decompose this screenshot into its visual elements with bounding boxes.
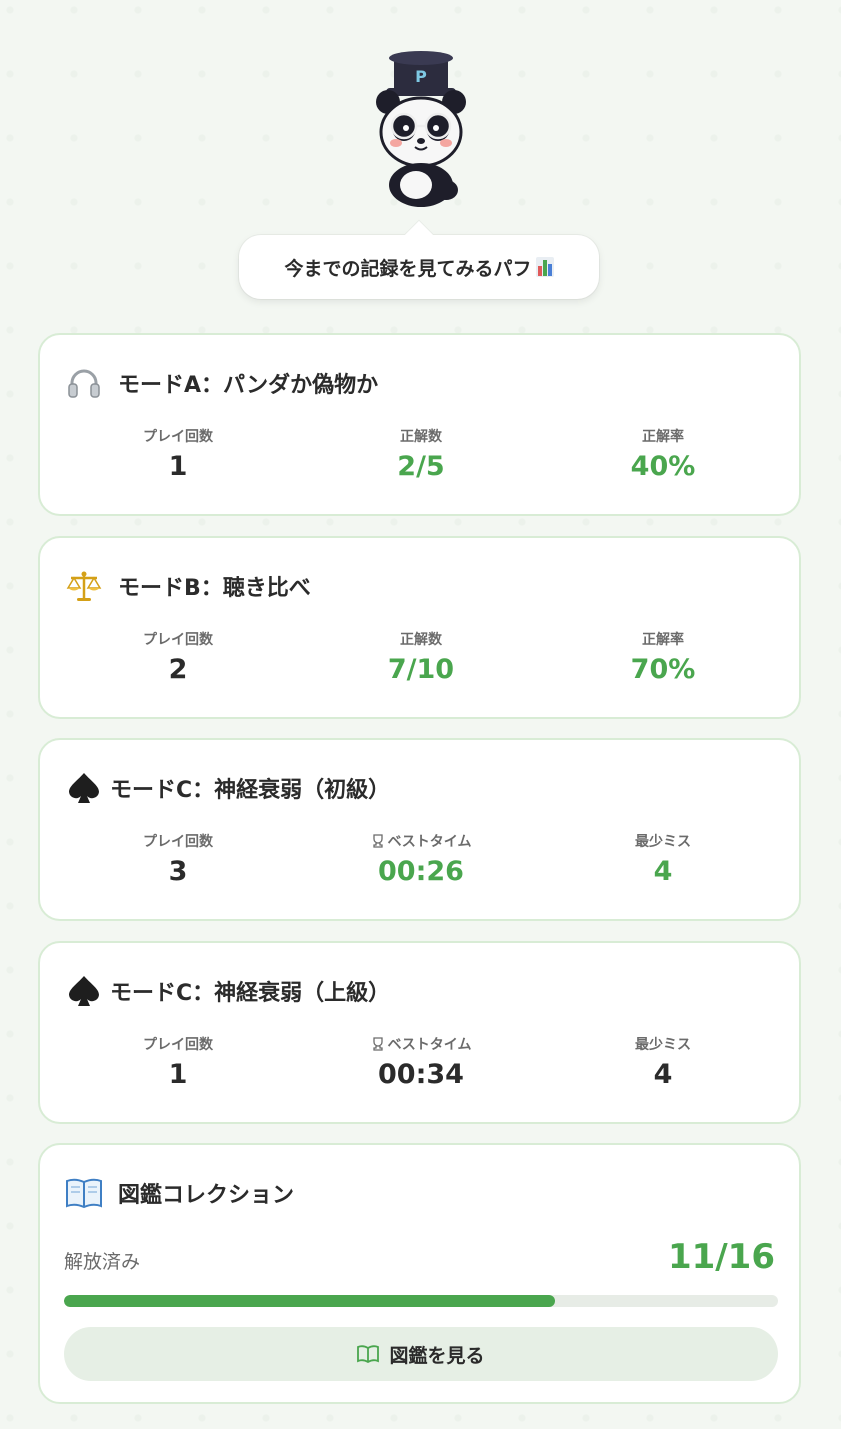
view-collection-button[interactable]: 図鑑を見る: [64, 1327, 778, 1381]
stats-row: プレイ回数 1 正解数 2/5 正解率 40%: [40, 427, 799, 487]
mascot: P: [0, 40, 841, 210]
stat-value: 2: [168, 654, 188, 685]
stat-label-text: ベストタイム: [387, 834, 472, 850]
stat-label: プレイ回数: [143, 632, 213, 648]
book-icon: [64, 1173, 104, 1213]
stat-play-count: プレイ回数 3: [58, 832, 298, 887]
speech-bubble: 今までの記録を見てみるパフ: [239, 235, 599, 299]
stat-accuracy: 正解率 70%: [543, 630, 783, 685]
trophy-icon: [372, 834, 383, 848]
stat-value: 70%: [630, 654, 696, 685]
mode-c-beginner-card: モードC：神経衰弱（初級） プレイ回数 3 ベストタイム 00:26 最少ミス …: [38, 738, 801, 921]
stat-value: 00:26: [378, 856, 464, 887]
svg-text:P: P: [415, 67, 427, 86]
stats-row: プレイ回数 2 正解数 7/10 正解率 70%: [40, 630, 799, 690]
collection-card: 図鑑コレクション 解放済み 11/16 図鑑を見る: [38, 1143, 801, 1404]
stat-value: 00:34: [378, 1059, 464, 1090]
mode-b-title: モードB：聴き比べ: [118, 576, 311, 601]
collection-title: 図鑑コレクション: [118, 1183, 295, 1208]
stat-label: ベストタイム: [301, 832, 541, 850]
stat-accuracy: 正解率 40%: [543, 427, 783, 482]
mode-a-title: モードA：パンダか偽物か: [118, 373, 379, 398]
stat-label: 正解率: [642, 429, 684, 445]
stat-play-count: プレイ回数 2: [58, 630, 298, 685]
collection-progress-bar: [64, 1295, 778, 1307]
stat-best-time: ベストタイム 00:26: [301, 832, 541, 887]
progress-fill: [64, 1295, 555, 1307]
mode-b-card: モードB：聴き比べ プレイ回数 2 正解数 7/10 正解率 70%: [38, 536, 801, 719]
mode-a-card: モードA：パンダか偽物か プレイ回数 1 正解数 2/5 正解率 40%: [38, 333, 801, 516]
card-title: モードB：聴き比べ: [64, 566, 311, 606]
mode-c-beginner-title: モードC：神経衰弱（初級）: [110, 778, 391, 803]
stat-play-count: プレイ回数 1: [58, 427, 298, 482]
unlocked-value: 11/16: [667, 1237, 775, 1277]
stat-value: 4: [653, 856, 673, 887]
card-title: モードC：神経衰弱（上級）: [64, 971, 390, 1011]
stat-value: 1: [168, 1059, 188, 1090]
open-book-icon: [357, 1345, 380, 1363]
stat-value: 7/10: [387, 654, 455, 685]
stat-label: 最少ミス: [635, 834, 691, 850]
stat-min-miss: 最少ミス 4: [543, 1035, 783, 1090]
scales-icon: [64, 566, 104, 606]
view-collection-label: 図鑑を見る: [389, 1344, 485, 1367]
stat-best-time: ベストタイム 00:34: [301, 1035, 541, 1090]
stat-value: 4: [653, 1059, 673, 1090]
stat-min-miss: 最少ミス 4: [543, 832, 783, 887]
stat-label: 最少ミス: [635, 1037, 691, 1053]
trophy-icon: [372, 1037, 383, 1051]
panda-mascot-icon: P: [375, 51, 466, 207]
stat-correct-count: 正解数 7/10: [301, 630, 541, 685]
stat-label: プレイ回数: [143, 429, 213, 445]
bar-chart-emoji-icon: [535, 257, 554, 277]
bubble-text: 今までの記録を見てみるパフ: [284, 257, 532, 280]
stat-label: 正解数: [400, 632, 442, 648]
card-title: モードA：パンダか偽物か: [64, 363, 378, 403]
mode-c-advanced-card: モードC：神経衰弱（上級） プレイ回数 1 ベストタイム 00:34 最少ミス …: [38, 941, 801, 1124]
stat-label: 正解率: [642, 632, 684, 648]
stat-value: 2/5: [397, 451, 445, 482]
stat-play-count: プレイ回数 1: [58, 1035, 298, 1090]
card-title: モードC：神経衰弱（初級）: [64, 768, 390, 808]
stat-label: プレイ回数: [143, 834, 213, 850]
stat-value: 1: [168, 451, 188, 482]
spade-icon: [64, 768, 104, 808]
stats-row: プレイ回数 3 ベストタイム 00:26 最少ミス 4: [40, 832, 799, 892]
stats-row: プレイ回数 1 ベストタイム 00:34 最少ミス 4: [40, 1035, 799, 1095]
stat-label: プレイ回数: [143, 1037, 213, 1053]
stat-label: 正解数: [400, 429, 442, 445]
stat-label: ベストタイム: [301, 1035, 541, 1053]
mode-c-advanced-title: モードC：神経衰弱（上級）: [110, 981, 391, 1006]
headphones-icon: [64, 363, 104, 403]
unlocked-label: 解放済み: [64, 1251, 141, 1273]
card-title: 図鑑コレクション: [64, 1173, 294, 1213]
stat-value: 3: [168, 856, 188, 887]
spade-icon: [64, 971, 104, 1011]
stat-label-text: ベストタイム: [387, 1037, 472, 1053]
stat-correct-count: 正解数 2/5: [301, 427, 541, 482]
stat-value: 40%: [630, 451, 696, 482]
